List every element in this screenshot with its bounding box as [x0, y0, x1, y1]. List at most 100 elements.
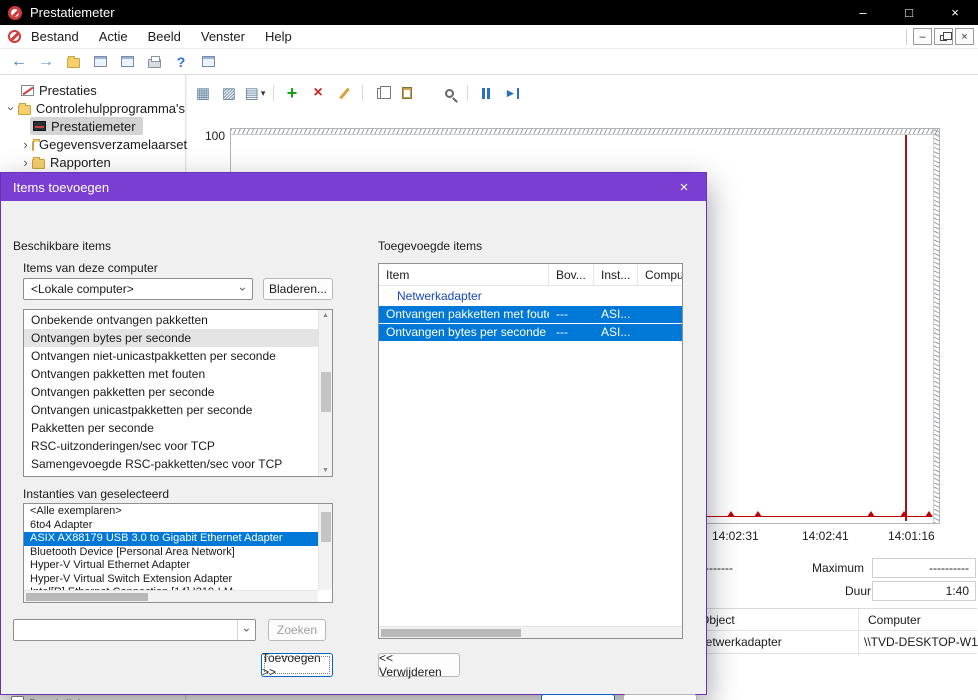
menu-actie[interactable]: Actie	[89, 29, 138, 44]
added-instance-cell: ASI...	[601, 307, 631, 321]
view-current-activity-button[interactable]: ▦	[192, 82, 214, 104]
tree-item-gegevensverzamelaarsets[interactable]: › Gegevensverzamelaarsets	[0, 135, 193, 153]
counters-listbox[interactable]: Onbekende ontvangen pakketten Ontvangen …	[23, 309, 333, 477]
add-button[interactable]: Toevoegen >>	[261, 651, 333, 679]
menu-help[interactable]: Help	[255, 29, 302, 44]
mdi-separator	[906, 28, 907, 45]
paste-counter-list-button[interactable]	[396, 82, 418, 104]
instance-item[interactable]: <Alle exemplaren>	[24, 505, 318, 519]
delete-counter-button[interactable]: ×	[307, 82, 329, 104]
horizontal-scrollbar[interactable]	[24, 590, 318, 602]
counter-group-label[interactable]: Netwerkadapter	[379, 286, 682, 306]
counter-item[interactable]: Ontvangen pakketten met fouten	[24, 365, 318, 383]
dialog-titlebar[interactable]: Items toevoegen ×	[1, 173, 706, 201]
cancel-button[interactable]: Annuleren	[623, 694, 697, 700]
computer-select[interactable]: <Lokale computer> ›	[23, 278, 253, 300]
remove-button[interactable]: << Verwijderen	[378, 651, 460, 679]
chevron-right-icon[interactable]: ›	[19, 155, 32, 170]
added-items-table[interactable]: Item Bov... Inst... Comput Netwerkadapte…	[378, 263, 683, 639]
legend-computer-cell[interactable]: \\TVD-DESKTOP-W11	[864, 635, 978, 649]
browse-button[interactable]: Bladeren...	[263, 278, 333, 300]
instances-listbox[interactable]: <Alle exemplaren> 6to4 Adapter ASIX AX88…	[23, 503, 333, 603]
column-header-parent[interactable]: Bov...	[549, 264, 594, 285]
menu-beeld[interactable]: Beeld	[138, 29, 191, 44]
add-counter-button[interactable]: +	[281, 82, 303, 104]
scroll-up-icon[interactable]: ▲	[319, 312, 332, 319]
scrollbar-thumb[interactable]	[26, 593, 148, 601]
scrollbar-thumb[interactable]	[321, 372, 331, 412]
counter-item[interactable]: Ontvangen niet-unicastpakketten per seco…	[24, 347, 318, 365]
log-data-icon: ▨	[221, 85, 237, 102]
zoom-button[interactable]	[438, 82, 460, 104]
forward-button[interactable]: →	[35, 51, 57, 73]
menu-bestand[interactable]: Bestand	[21, 29, 89, 44]
maximum-label: Maximum	[812, 561, 865, 575]
change-graph-type-button[interactable]: ▤ ▾	[244, 82, 266, 104]
mdi-close-button[interactable]: ×	[955, 28, 974, 45]
search-input[interactable]: ›	[13, 619, 256, 641]
vertical-scrollbar[interactable]	[318, 504, 332, 590]
counter-item[interactable]: Ontvangen pakketten per seconde	[24, 383, 318, 401]
scrollbar-thumb[interactable]	[381, 629, 521, 637]
ok-button[interactable]: OK	[541, 694, 615, 700]
menu-venster[interactable]: Venster	[191, 29, 255, 44]
back-button[interactable]: ←	[8, 51, 30, 73]
new-window-button[interactable]	[197, 51, 219, 73]
help-button[interactable]: ?	[170, 51, 192, 73]
counter-item[interactable]: Pakketten per seconde	[24, 419, 318, 437]
tree-item-controlehulpprogrammas[interactable]: › Controlehulpprogramma's	[0, 99, 185, 117]
copy-icon	[376, 85, 391, 99]
copy-properties-button[interactable]	[370, 82, 392, 104]
counter-item[interactable]: Ontvangen unicastpakketten per seconde	[24, 401, 318, 419]
update-data-button[interactable]: ►	[501, 82, 523, 104]
maximum-value: ----------	[929, 561, 969, 575]
y-axis-max-label: 100	[204, 129, 225, 143]
counter-item[interactable]: Samengevoegde RSC-pakketten/sec voor TCP	[24, 455, 318, 473]
mdi-minimize-button[interactable]: –	[913, 28, 932, 45]
dialog-close-button[interactable]: ×	[662, 173, 706, 201]
column-header-instance[interactable]: Inst...	[594, 264, 638, 285]
close-button[interactable]: ×	[932, 0, 978, 25]
added-item-cell: Ontvangen pakketten met fouten	[386, 307, 549, 321]
added-counter-row[interactable]: Ontvangen bytes per seconde --- ASI...	[379, 324, 682, 341]
counter-item[interactable]: Ontvangen bytes per seconde	[24, 329, 318, 347]
chevron-down-icon[interactable]: ›	[237, 620, 255, 640]
added-computer-cell	[638, 306, 682, 323]
dialog-body: Beschikbare items Items van deze compute…	[1, 201, 706, 700]
minimize-button[interactable]: –	[840, 0, 886, 25]
show-window-button[interactable]	[116, 51, 138, 73]
search-button[interactable]: Zoeken	[268, 619, 326, 641]
scroll-down-icon[interactable]: ▼	[319, 467, 332, 474]
instance-item[interactable]: Hyper-V Virtual Ethernet Adapter	[24, 559, 318, 573]
instance-item[interactable]: Bluetooth Device [Personal Area Network]	[24, 546, 318, 560]
instance-item[interactable]: Hyper-V Virtual Switch Extension Adapter	[24, 573, 318, 587]
instance-item[interactable]: 6to4 Adapter	[24, 519, 318, 533]
view-log-data-button[interactable]: ▨	[218, 82, 240, 104]
maximize-button[interactable]: □	[886, 0, 932, 25]
chevron-right-icon[interactable]: ›	[19, 137, 32, 152]
legend-computer-header[interactable]: Computer	[868, 613, 921, 627]
column-header-computer[interactable]: Comput	[638, 264, 682, 285]
toolbar-separator	[467, 85, 468, 101]
tree-item-rapporten[interactable]: › Rapporten	[0, 153, 185, 171]
mdi-restore-button[interactable]	[934, 28, 953, 45]
added-counter-row[interactable]: Ontvangen pakketten met fouten --- ASI..…	[379, 306, 682, 323]
show-description-checkbox[interactable]	[11, 696, 24, 700]
instance-item-selected[interactable]: ASIX AX88179 USB 3.0 to Gigabit Ethernet…	[24, 532, 318, 546]
export-list-button[interactable]	[89, 51, 111, 73]
highlight-button[interactable]	[333, 82, 355, 104]
vertical-scrollbar[interactable]: ▲ ▼	[318, 310, 332, 476]
column-header-item[interactable]: Item	[379, 264, 549, 285]
horizontal-scrollbar[interactable]	[379, 626, 682, 638]
toggle-console-tree-button[interactable]	[62, 51, 84, 73]
tree-item-prestaties[interactable]: Prestaties	[0, 81, 185, 99]
chevron-down-icon[interactable]: ›	[4, 102, 19, 115]
print-button[interactable]	[143, 51, 165, 73]
legend-object-cell[interactable]: Netwerkadapter	[697, 635, 782, 649]
duration-label: Duur	[845, 584, 872, 598]
counter-item[interactable]: Onbekende ontvangen pakketten	[24, 311, 318, 329]
scrollbar-thumb[interactable]	[321, 512, 331, 542]
freeze-display-button[interactable]	[475, 82, 497, 104]
tree-item-prestatiemeter[interactable]: Prestatiemeter	[0, 117, 185, 135]
counter-item[interactable]: RSC-uitzonderingen/sec voor TCP	[24, 437, 318, 455]
